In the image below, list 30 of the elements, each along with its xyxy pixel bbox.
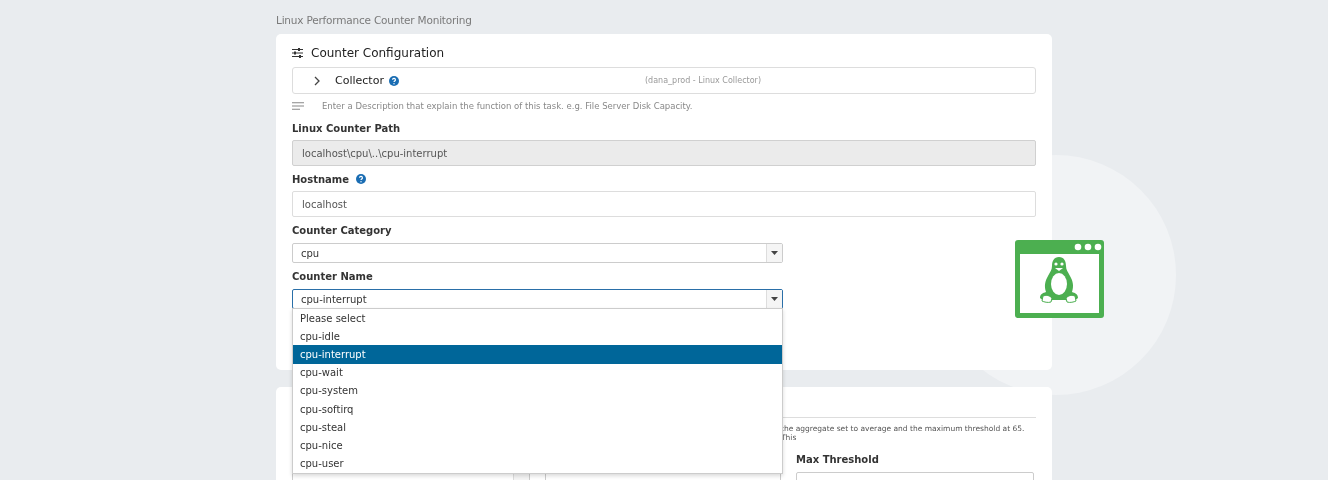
sliders-icon [292, 48, 303, 58]
collector-label: Collector [335, 74, 384, 87]
dropdown-option[interactable]: cpu-idle [293, 327, 782, 346]
dropdown-option[interactable]: cpu-nice [293, 436, 782, 455]
dropdown-option[interactable]: cpu-wait [293, 363, 782, 382]
dropdown-option[interactable]: cpu-interrupt [293, 345, 782, 364]
dropdown-option[interactable]: Please select [293, 309, 782, 328]
help-icon[interactable] [356, 174, 367, 184]
select-field[interactable]: cpu [292, 243, 783, 263]
dropdown-option[interactable]: cpu-user [293, 454, 782, 473]
field-label: Linux Counter Path [292, 121, 402, 135]
dropdown-option[interactable]: cpu-system [293, 381, 782, 400]
text-lines-icon [292, 102, 304, 110]
field-label: Counter Name [292, 269, 374, 283]
field-label: Counter Category [292, 223, 393, 237]
field-label: Hostname [292, 172, 1036, 186]
chevron-icon[interactable] [313, 75, 321, 86]
collector-value: (dana_prod - Linux Collector) [645, 76, 761, 85]
caret-icon[interactable] [766, 290, 782, 308]
text-field[interactable]: localhost [292, 191, 1036, 217]
page-title: Linux Performance Counter Monitoring [276, 14, 473, 28]
help-icon[interactable] [388, 75, 399, 86]
dropdown-option[interactable]: cpu-steal [293, 418, 782, 437]
description-placeholder[interactable]: Enter a Description that explain the function of this task. e.g. File Server Disk Capacity. [322, 101, 693, 111]
dropdown-option[interactable]: cpu-softirq [293, 399, 782, 419]
collector-panel[interactable]: Collector (dana_prod - Linux Collector) [292, 67, 1036, 94]
select-field[interactable]: cpu-interrupt [292, 289, 783, 309]
card-title: Counter Configuration [311, 46, 445, 60]
field-label: Max Threshold [796, 452, 880, 466]
caret-icon[interactable] [766, 244, 782, 262]
